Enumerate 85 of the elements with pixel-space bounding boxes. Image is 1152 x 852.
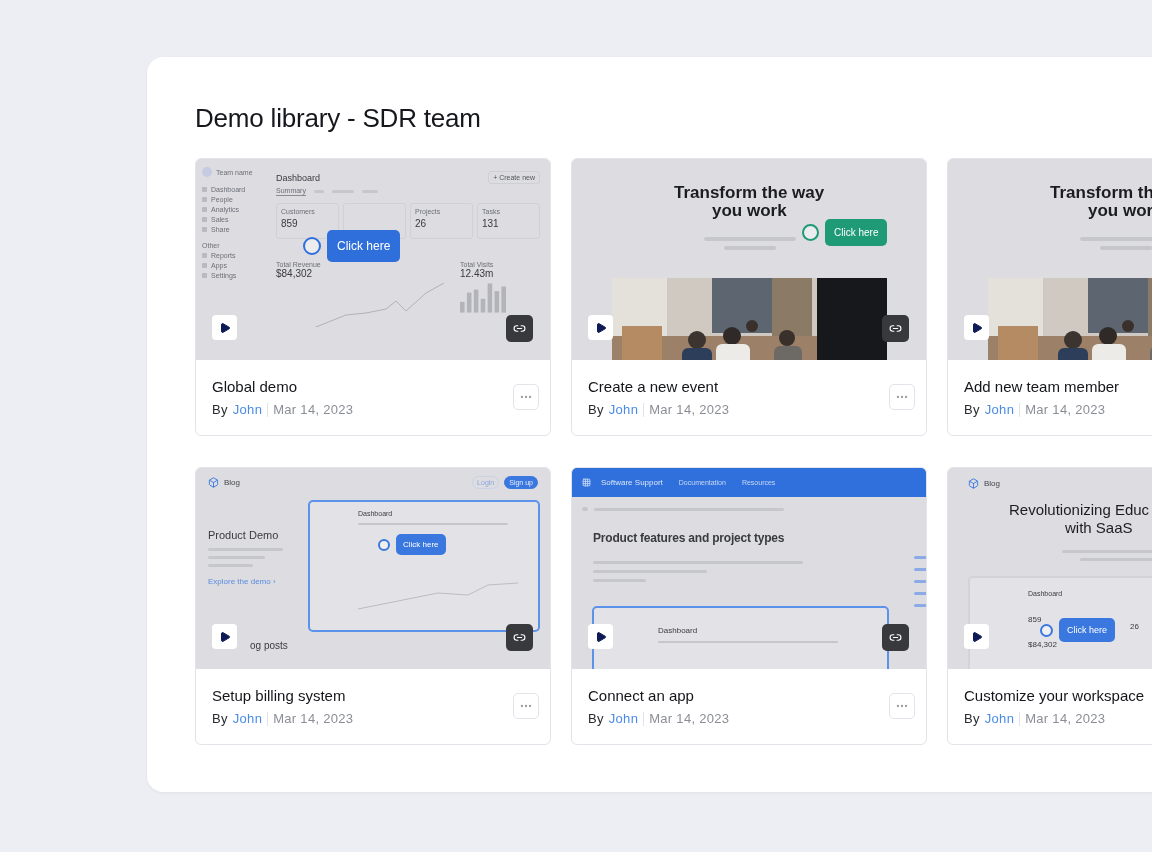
by-label: By [212, 711, 228, 726]
link-icon [889, 631, 902, 644]
play-button[interactable] [588, 624, 613, 649]
hero-headline: Revolutionizing Educ [1008, 501, 1151, 519]
by-label: By [588, 711, 604, 726]
section-heading: og posts [250, 640, 288, 651]
click-here-tooltip: Click here [327, 230, 401, 262]
stat-value: 859 [281, 218, 299, 229]
hero-headline: with SaaS [1064, 519, 1134, 537]
stat-value: 26 [1130, 622, 1139, 631]
play-icon [594, 321, 607, 334]
author-link[interactable]: John [232, 402, 263, 417]
date-label: Mar 14, 2023 [1025, 711, 1106, 726]
brand-name: Blog [984, 479, 1000, 488]
by-label: By [212, 402, 228, 417]
date-label: Mar 14, 2023 [649, 402, 730, 417]
stat-value: 131 [482, 218, 500, 229]
by-label: By [588, 402, 604, 417]
by-label: By [964, 711, 980, 726]
click-here-tooltip: Click here [1059, 618, 1115, 642]
dashboard-heading: Dashboard [276, 172, 321, 183]
play-button[interactable] [212, 624, 237, 649]
copy-link-button[interactable] [506, 624, 533, 651]
author-link[interactable]: John [608, 402, 639, 417]
play-icon [594, 630, 607, 643]
click-here-tooltip: Click here [396, 534, 446, 555]
site-title: Software Support [601, 478, 663, 487]
hero-headline: Transform th [1049, 184, 1152, 202]
page-heading: Product features and project types [592, 530, 786, 545]
hotspot-icon [378, 538, 390, 551]
page-title: Demo library - SDR team [195, 103, 482, 134]
demo-title: Setup billing system [212, 687, 347, 704]
date-label: Mar 14, 2023 [649, 711, 730, 726]
demo-title: Global demo [212, 378, 299, 395]
play-icon [970, 321, 983, 334]
by-label: By [964, 402, 980, 417]
link-icon [889, 322, 902, 335]
explore-link: Explore the demo › [208, 577, 277, 586]
hotspot-icon [303, 237, 321, 255]
brand-name: Blog [224, 478, 240, 487]
play-button[interactable] [964, 315, 989, 340]
stat-value: 12.43m [460, 268, 495, 279]
play-button[interactable] [212, 315, 237, 340]
demo-card[interactable]: Transform th you wor Add new team member By John Mar 14, 2023 [947, 158, 1152, 436]
hero-headline: Transform the way [673, 184, 826, 202]
play-button[interactable] [588, 315, 613, 340]
link-icon [513, 322, 526, 335]
dashboard-heading: Dashboard [658, 626, 699, 635]
copy-link-button[interactable] [506, 315, 533, 342]
date-label: Mar 14, 2023 [273, 711, 354, 726]
click-here-tooltip: Click here [825, 219, 888, 246]
play-icon [218, 630, 231, 643]
demo-title: Add new team member [964, 378, 1120, 395]
stat-value: 26 [415, 218, 428, 229]
bar-chart-drawing [460, 283, 506, 313]
stat-value: $84,302 [1028, 640, 1058, 649]
cube-logo-icon [968, 478, 979, 489]
date-label: Mar 14, 2023 [1025, 402, 1106, 417]
stat-value: 859 [1028, 615, 1043, 624]
author-link[interactable]: John [984, 402, 1015, 417]
play-icon [218, 321, 231, 334]
author-link[interactable]: John [232, 711, 263, 726]
hero-headline: you wor [1087, 202, 1152, 220]
stat-value: $84,302 [276, 268, 314, 279]
demo-title: Customize your workspace [964, 687, 1145, 704]
link-icon [513, 631, 526, 644]
author-link[interactable]: John [608, 711, 639, 726]
copy-link-button[interactable] [882, 624, 909, 651]
copy-link-button[interactable] [882, 315, 909, 342]
demo-thumbnail[interactable]: Transform th you wor [948, 159, 1152, 360]
demo-card[interactable]: Transform the way you work Click here Create a new event By John Mar 14, 2023 [571, 158, 927, 436]
demo-thumbnail[interactable]: Transform the way you work Click here [572, 159, 926, 360]
page-heading: Product Demo [208, 529, 280, 541]
demo-title: Connect an app [588, 687, 695, 704]
apps-icon [582, 478, 591, 487]
hero-headline: you work [711, 202, 788, 220]
play-icon [970, 630, 983, 643]
play-button[interactable] [964, 624, 989, 649]
date-label: Mar 14, 2023 [273, 402, 354, 417]
demo-card[interactable] [195, 158, 551, 436]
hotspot-icon [802, 224, 819, 241]
hotspot-icon [1040, 623, 1053, 637]
demo-title: Create a new event [588, 378, 720, 395]
author-link[interactable]: John [984, 711, 1015, 726]
cube-logo-icon [208, 477, 219, 488]
